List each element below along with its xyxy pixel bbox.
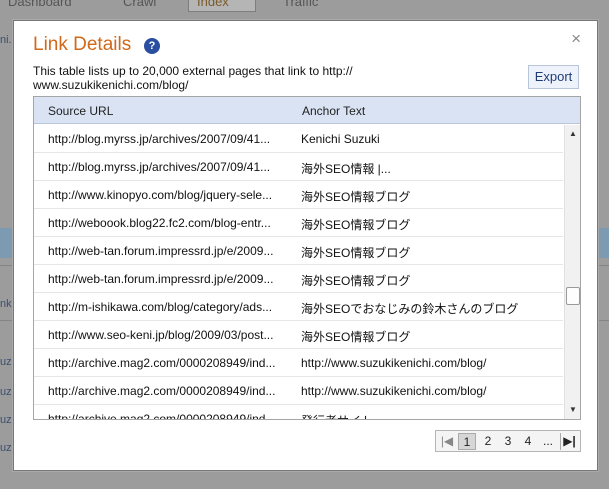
table-scrollbar[interactable]: ▲ ▼	[564, 125, 580, 419]
links-table: Source URL Anchor Text http://blog.myrss…	[33, 96, 581, 420]
source-url-cell[interactable]: http://archive.mag2.com/0000208949/ind..…	[48, 412, 293, 419]
anchor-text-cell: 海外SEOでおなじみの鈴木さんのブログ	[301, 302, 519, 316]
table-row[interactable]: http://blog.myrss.jp/archives/2007/09/41…	[34, 125, 563, 153]
page-2-button[interactable]: 2	[479, 433, 497, 450]
source-url-cell[interactable]: http://weboook.blog22.fc2.com/blog-entr.…	[48, 216, 293, 230]
pagination: |◀ 1 2 3 4 ... ▶|	[435, 430, 581, 452]
scroll-up-icon[interactable]: ▲	[567, 128, 579, 140]
more-pages-ellipsis: ...	[542, 434, 553, 448]
dialog-title: Link Details	[33, 34, 132, 55]
export-button[interactable]: Export	[528, 65, 579, 89]
anchor-text-cell: http://www.suzukikenichi.com/blog/	[301, 384, 487, 398]
source-url-cell[interactable]: http://web-tan.forum.impressrd.jp/e/2009…	[48, 244, 293, 258]
last-page-icon[interactable]: ▶|	[560, 433, 578, 450]
anchor-text-cell: 発行者サイト	[301, 412, 561, 419]
close-icon[interactable]: ×	[571, 30, 581, 48]
table-row[interactable]: http://www.kinopyo.com/blog/jquery-sele.…	[34, 181, 563, 209]
table-body: http://blog.myrss.jp/archives/2007/09/41…	[34, 125, 563, 419]
background-text: uz	[0, 386, 12, 398]
dialog-description: This table lists up to 20,000 external p…	[33, 64, 353, 92]
table-row[interactable]: http://archive.mag2.com/0000208949/ind..…	[34, 349, 563, 377]
column-header-anchor-text[interactable]: Anchor Text	[302, 104, 365, 118]
tab-index: Index	[188, 0, 256, 12]
page-4-button[interactable]: 4	[519, 433, 537, 450]
table-row[interactable]: http://web-tan.forum.impressrd.jp/e/2009…	[34, 265, 563, 293]
background-text: uz	[0, 442, 12, 454]
page-1-button[interactable]: 1	[458, 433, 476, 450]
source-url-cell[interactable]: http://archive.mag2.com/0000208949/ind..…	[48, 356, 293, 370]
source-url-cell[interactable]: http://web-tan.forum.impressrd.jp/e/2009…	[48, 272, 293, 286]
source-url-cell[interactable]: http://www.seo-keni.jp/blog/2009/03/post…	[48, 328, 293, 342]
first-page-icon[interactable]: |◀	[438, 433, 456, 450]
source-url-cell[interactable]: http://blog.myrss.jp/archives/2007/09/41…	[48, 160, 293, 174]
anchor-text-cell: 海外SEO情報ブログ	[301, 246, 411, 260]
table-row[interactable]: http://blog.myrss.jp/archives/2007/09/41…	[34, 153, 563, 181]
source-url-cell[interactable]: http://www.kinopyo.com/blog/jquery-sele.…	[48, 188, 293, 202]
source-url-cell[interactable]: http://m-ishikawa.com/blog/category/ads.…	[48, 300, 293, 314]
anchor-text-cell: http://www.suzukikenichi.com/blog/	[301, 356, 487, 370]
tab-traffic: Traffic	[283, 0, 319, 9]
table-row[interactable]: http://weboook.blog22.fc2.com/blog-entr.…	[34, 209, 563, 237]
anchor-text-cell: 海外SEO情報ブログ	[301, 190, 411, 204]
tab-crawl: Crawl	[123, 0, 157, 9]
background-tabs: Dashboard Crawl Index Traffic	[0, 0, 609, 12]
column-header-source-url[interactable]: Source URL	[48, 104, 113, 118]
scroll-down-icon[interactable]: ▼	[567, 404, 579, 416]
anchor-text-cell: 海外SEO情報ブログ	[301, 330, 411, 344]
anchor-text-cell: 海外SEO情報ブログ	[301, 274, 411, 288]
background-text: uz	[0, 356, 12, 368]
anchor-text-cell: 海外SEO情報ブログ	[301, 218, 411, 232]
background-text: uz	[0, 414, 12, 426]
source-url-cell[interactable]: http://archive.mag2.com/0000208949/ind..…	[48, 384, 293, 398]
page-3-button[interactable]: 3	[499, 433, 517, 450]
anchor-text-cell: Kenichi Suzuki	[301, 132, 380, 146]
table-header: Source URL Anchor Text	[34, 97, 580, 124]
anchor-text-cell: 海外SEO情報 |...	[301, 162, 391, 176]
table-row[interactable]: http://m-ishikawa.com/blog/category/ads.…	[34, 293, 563, 321]
tab-dashboard: Dashboard	[8, 0, 72, 9]
help-icon[interactable]: ?	[144, 38, 160, 54]
table-row[interactable]: http://archive.mag2.com/0000208949/ind..…	[34, 377, 563, 405]
background-text: nk	[0, 298, 12, 310]
table-row[interactable]: http://www.seo-keni.jp/blog/2009/03/post…	[34, 321, 563, 349]
table-row[interactable]: http://web-tan.forum.impressrd.jp/e/2009…	[34, 237, 563, 265]
table-row[interactable]: http://archive.mag2.com/0000208949/ind..…	[34, 405, 563, 419]
scroll-thumb[interactable]	[566, 287, 580, 305]
source-url-cell[interactable]: http://blog.myrss.jp/archives/2007/09/41…	[48, 132, 293, 146]
link-details-dialog: Link Details ? × This table lists up to …	[13, 20, 598, 471]
